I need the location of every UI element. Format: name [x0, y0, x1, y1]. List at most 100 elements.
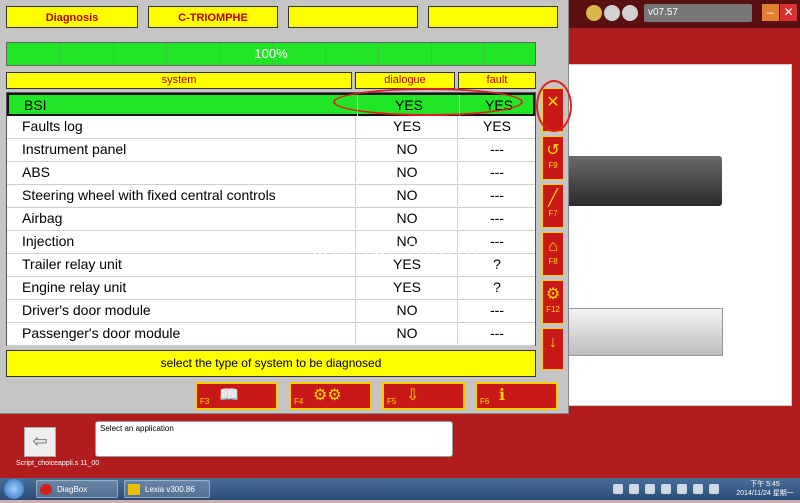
function-button-key: F3 [200, 397, 210, 406]
column-header-system: system [6, 72, 352, 89]
side-button-key: F8 [548, 257, 558, 266]
book-car-icon: 📖 [219, 387, 239, 404]
citroen-icon [128, 484, 140, 495]
wrench-icon: ╱ [548, 190, 558, 207]
minimize-button[interactable]: – [762, 4, 779, 21]
system-cell: Engine relay unit [22, 279, 127, 295]
function-button-f4[interactable]: ⚙⚙ F4 [289, 382, 372, 410]
side-button-key: F12 [546, 305, 560, 314]
dialogue-cell: NO [355, 162, 458, 183]
table-row[interactable]: Engine relay unit YES? [7, 277, 535, 300]
clock[interactable]: 下午 5:45 2014/11/24 星期一 [732, 480, 798, 498]
diagnosis-window: Diagnosis C-TRIOMPHE 100% system dialogu… [0, 0, 572, 414]
side-button-f8[interactable]: ⌂ F8 [542, 232, 564, 276]
progress-label: 100% [254, 46, 288, 61]
table-row[interactable]: Passenger's door module NO --- [7, 323, 535, 346]
tray-icon[interactable] [661, 484, 671, 494]
highlight-annotation [333, 88, 523, 116]
fault-cell: --- [457, 185, 536, 206]
close-button[interactable]: ✕ [780, 4, 797, 21]
app-menu-bar-grey[interactable] [568, 308, 723, 356]
clock-date: 2014/11/24 星期一 [736, 490, 794, 497]
dialogue-cell: NO [355, 208, 458, 229]
function-button-f6[interactable]: ℹ F6 [475, 382, 558, 410]
system-cell: Faults log [22, 118, 83, 134]
table-row[interactable]: Airbag NO --- [7, 208, 535, 231]
taskbar-item-label: DiagBox [57, 485, 88, 494]
arrow-down-icon: ↓ [549, 334, 557, 351]
diagbox-icon [40, 484, 52, 495]
car-lift-icon: ⌂ [548, 238, 558, 255]
version-label: v07.57 [644, 4, 752, 22]
info-icon: ℹ [499, 387, 506, 404]
system-cell: Instrument panel [22, 141, 127, 157]
script-label: Script_choiceappli.s 11_00 [16, 460, 100, 467]
dialogue-cell: NO [355, 185, 458, 206]
side-button-key: F7 [548, 209, 558, 218]
table-row[interactable]: Driver's door module NO --- [7, 300, 535, 323]
arrow-left-icon: ⇦ [32, 431, 48, 451]
table-row[interactable]: Steering wheel with fixed central contro… [7, 185, 535, 208]
watermark: Store No. 208267 [302, 238, 483, 263]
column-header-fault: fault [458, 72, 536, 89]
fault-cell: --- [457, 208, 536, 229]
fault-cell: --- [457, 300, 536, 321]
settings-icon[interactable] [586, 5, 602, 21]
tray-icon[interactable] [677, 484, 687, 494]
function-button-key: F5 [387, 397, 397, 406]
dialogue-cell: NO [355, 139, 458, 160]
undo-icon: ↺ [546, 142, 560, 159]
header-vehicle: C-TRIOMPHE [148, 6, 278, 28]
start-button[interactable] [4, 479, 24, 499]
side-button-f9[interactable]: ↺ F9 [542, 136, 564, 180]
function-button-f3[interactable]: 📖 F3 [195, 382, 278, 410]
side-button-f7[interactable]: ╱ F7 [542, 184, 564, 228]
fault-cell: --- [457, 139, 536, 160]
highlight-annotation-side [536, 80, 572, 132]
system-cell: Trailer relay unit [22, 256, 122, 272]
dialogue-cell: YES [355, 277, 458, 298]
mail-icon[interactable] [622, 5, 638, 21]
header-blank-1 [288, 6, 418, 28]
side-button-f12[interactable]: ⚙ F12 [542, 280, 564, 324]
flowchart-icon: ⇩ [406, 387, 420, 404]
side-button-down[interactable]: ↓ [542, 328, 564, 370]
fault-cell: --- [457, 323, 536, 344]
side-button-key: F9 [548, 161, 558, 170]
gears-icon: ⚙⚙ [313, 387, 342, 404]
message-box: Select an application [95, 421, 453, 457]
taskbar-item-diagbox[interactable]: DiagBox [36, 480, 118, 498]
app-menu-bar-dark[interactable] [568, 156, 722, 206]
table-row[interactable]: Instrument panel NO --- [7, 139, 535, 162]
status-bar: select the type of system to be diagnose… [6, 350, 536, 377]
header-blank-2 [428, 6, 558, 28]
system-cell: Injection [22, 233, 75, 249]
function-button-f5[interactable]: ⇩ F5 [382, 382, 465, 410]
tray-icon[interactable] [693, 484, 703, 494]
dialogue-cell: NO [355, 300, 458, 321]
tray-icon[interactable] [709, 484, 719, 494]
tray-icon[interactable] [645, 484, 655, 494]
system-cell: Steering wheel with fixed central contro… [22, 187, 276, 203]
table-row[interactable]: Faults log YES YES [7, 116, 535, 139]
tray-icon[interactable] [613, 484, 623, 494]
taskbar-item-lexia[interactable]: Lexia v300.86 [124, 480, 210, 498]
fault-cell: --- [457, 162, 536, 183]
tool-icon[interactable] [604, 5, 620, 21]
function-button-key: F4 [294, 397, 304, 406]
system-cell: Driver's door module [22, 302, 151, 318]
clock-time: 下午 5:45 [750, 481, 780, 488]
system-cell: ABS [22, 164, 51, 180]
tray-icon[interactable] [629, 484, 639, 494]
taskbar: DiagBox Lexia v300.86 下午 5:45 2014/11/24… [0, 478, 800, 500]
dialogue-cell: YES [355, 116, 458, 137]
system-cell: Passenger's door module [22, 325, 181, 341]
table-row[interactable]: ABS NO --- [7, 162, 535, 185]
system-tray [610, 480, 738, 498]
system-cell: BSI [24, 97, 47, 113]
taskbar-item-label: Lexia v300.86 [145, 485, 195, 494]
header-diagnosis: Diagnosis [6, 6, 138, 28]
back-button[interactable]: ⇦ [24, 427, 56, 457]
dialogue-cell: NO [355, 323, 458, 344]
fault-cell: ? [457, 277, 536, 298]
